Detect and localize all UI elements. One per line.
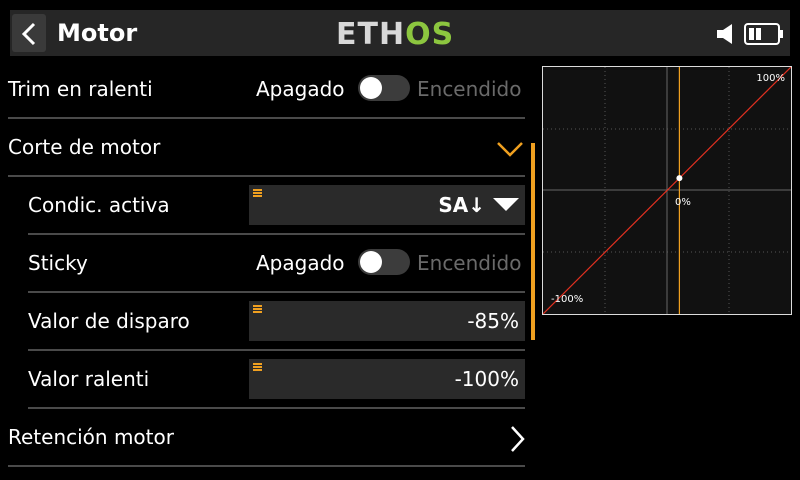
trigger-value: -85% <box>467 309 519 333</box>
idle-trim-label: Trim en ralenti <box>8 77 153 101</box>
idle-trim-off-label: Apagado <box>256 77 345 101</box>
page-title: Motor <box>57 19 138 47</box>
toggle-knob <box>360 77 382 99</box>
divider <box>8 175 525 177</box>
header-bar: Motor ETHOS <box>0 0 800 64</box>
idle-value-field[interactable]: -100% <box>249 359 525 399</box>
ethos-logo: ETHOS <box>336 17 455 52</box>
chevron-down-icon[interactable] <box>496 140 524 158</box>
curve-plot <box>543 67 791 314</box>
toggle-knob <box>360 251 382 273</box>
graph-min-label: -100% <box>551 294 584 305</box>
cursor-point <box>676 175 683 182</box>
active-condition-label: Condic. activa <box>28 193 170 217</box>
idle-value-label: Valor ralenti <box>28 367 150 391</box>
divider <box>28 233 525 235</box>
throttle-curve-graph: 100% 0% -100% <box>542 66 792 315</box>
speaker-icon[interactable] <box>716 22 738 46</box>
trigger-value-field[interactable]: -85% <box>249 301 525 341</box>
menu-icon <box>253 305 262 313</box>
idle-trim-toggle[interactable] <box>358 75 410 101</box>
sticky-label: Sticky <box>28 251 88 275</box>
dropdown-arrow-icon <box>493 198 519 211</box>
back-icon <box>21 22 36 46</box>
active-condition-value: SA↓ <box>438 193 485 217</box>
motor-cut-label[interactable]: Corte de motor <box>8 135 160 159</box>
active-condition-select[interactable]: SA↓ <box>249 185 525 225</box>
menu-icon <box>253 189 262 197</box>
battery-icon <box>744 23 783 45</box>
chevron-right-icon[interactable] <box>508 425 526 453</box>
idle-value: -100% <box>454 367 519 391</box>
graph-center-label: 0% <box>675 197 691 208</box>
scrollbar[interactable] <box>531 143 535 340</box>
sticky-toggle[interactable] <box>358 249 410 275</box>
back-button[interactable] <box>12 14 46 52</box>
divider <box>28 349 525 351</box>
divider <box>28 291 525 293</box>
sticky-off-label: Apagado <box>256 251 345 275</box>
divider <box>8 465 525 467</box>
motor-hold-label[interactable]: Retención motor <box>8 425 174 449</box>
trigger-value-label: Valor de disparo <box>28 309 190 333</box>
menu-icon <box>253 363 262 371</box>
divider <box>28 407 525 409</box>
sticky-on-label: Encendido <box>417 251 522 275</box>
graph-max-label: 100% <box>756 73 785 84</box>
divider <box>8 117 525 119</box>
idle-trim-on-label: Encendido <box>417 77 522 101</box>
